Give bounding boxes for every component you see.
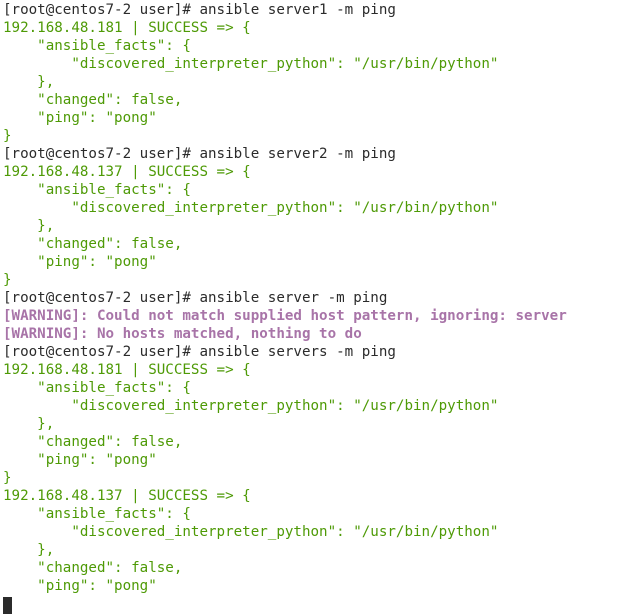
terminal-output[interactable]: [root@centos7-2 user]# ansible server1 -… [3, 1, 630, 614]
terminal-cursor [3, 597, 12, 614]
output-line: "ping": "pong" [3, 110, 157, 126]
output-line: } [3, 128, 12, 144]
output-line: "discovered_interpreter_python": "/usr/b… [3, 398, 499, 414]
output-line: }, [3, 542, 55, 558]
output-line: 192.168.48.181 | SUCCESS => { [3, 20, 251, 36]
output-line: 192.168.48.181 | SUCCESS => { [3, 362, 251, 378]
output-line: }, [3, 218, 55, 234]
output-line: 192.168.48.137 | SUCCESS => { [3, 488, 251, 504]
output-line: "changed": false, [3, 92, 183, 108]
output-line: "changed": false, [3, 434, 183, 450]
warning-line: [WARNING]: Could not match supplied host… [3, 308, 567, 324]
output-line: "changed": false, [3, 236, 183, 252]
output-line: "discovered_interpreter_python": "/usr/b… [3, 524, 499, 540]
output-line: } [3, 470, 12, 486]
output-line: } [3, 272, 12, 288]
output-line: "ping": "pong" [3, 254, 157, 270]
command-line: [root@centos7-2 user]# ansible servers -… [3, 344, 396, 360]
warning-line: [WARNING]: No hosts matched, nothing to … [3, 326, 362, 342]
command-line: [root@centos7-2 user]# ansible server1 -… [3, 2, 396, 18]
output-line: "ansible_facts": { [3, 506, 191, 522]
output-line: }, [3, 74, 55, 90]
terminal-lines: [root@centos7-2 user]# ansible server1 -… [3, 1, 630, 613]
output-line: "ansible_facts": { [3, 38, 191, 54]
output-line: }, [3, 416, 55, 432]
output-line: "discovered_interpreter_python": "/usr/b… [3, 200, 499, 216]
output-line: "changed": false, [3, 560, 183, 576]
output-line: 192.168.48.137 | SUCCESS => { [3, 164, 251, 180]
command-line: [root@centos7-2 user]# ansible server -m… [3, 290, 388, 306]
output-line: "discovered_interpreter_python": "/usr/b… [3, 56, 499, 72]
output-line: "ansible_facts": { [3, 380, 191, 396]
output-line: "ansible_facts": { [3, 182, 191, 198]
output-line: "ping": "pong" [3, 452, 157, 468]
command-line: [root@centos7-2 user]# ansible server2 -… [3, 146, 396, 162]
output-line: "ping": "pong" [3, 578, 157, 594]
output-line: } [3, 595, 630, 613]
